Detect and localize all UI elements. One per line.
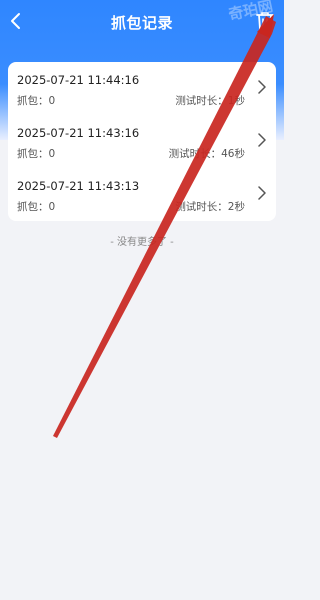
record-timestamp: 2025-07-21 11:44:16 [17, 73, 140, 87]
trash-icon [256, 12, 274, 30]
record-item[interactable]: 2025-07-21 11:44:16 抓包：0 测试时长：1秒 [8, 62, 276, 115]
chevron-right-icon [258, 80, 266, 94]
delete-all-button[interactable] [254, 10, 276, 32]
record-packet-count: 抓包：0 [17, 95, 56, 107]
record-packet-count: 抓包：0 [17, 201, 56, 213]
record-timestamp: 2025-07-21 11:43:16 [17, 126, 140, 140]
record-duration: 测试时长：2秒 [175, 201, 245, 213]
top-nav-bar: 抓包记录 奇珀网 [0, 0, 284, 44]
record-timestamp: 2025-07-21 11:43:13 [17, 179, 140, 193]
no-more-indicator: - 没有更多了 - [110, 237, 174, 248]
chevron-right-icon [258, 186, 266, 200]
record-item[interactable]: 2025-07-21 11:43:13 抓包：0 测试时长：2秒 [8, 168, 276, 221]
record-list: 2025-07-21 11:44:16 抓包：0 测试时长：1秒 2025-07… [8, 62, 276, 221]
chevron-right-icon [258, 133, 266, 147]
record-duration: 测试时长：46秒 [168, 148, 245, 160]
record-packet-count: 抓包：0 [17, 148, 56, 160]
record-duration: 测试时长：1秒 [175, 95, 245, 107]
record-item[interactable]: 2025-07-21 11:43:16 抓包：0 测试时长：46秒 [8, 115, 276, 168]
